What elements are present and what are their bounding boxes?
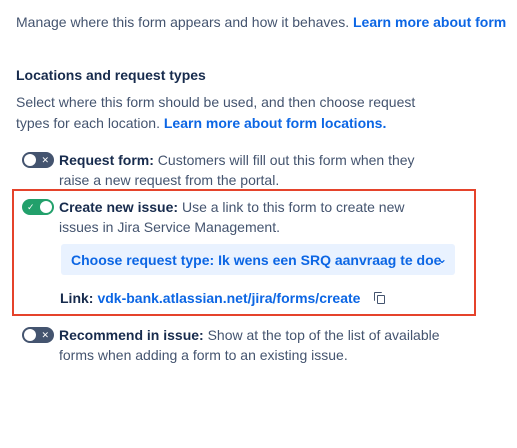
section-desc-line1: Select where this form should be used, a… <box>16 94 416 110</box>
learn-more-form-link[interactable]: Learn more about form <box>353 14 506 30</box>
intro-description: Manage where this form appears and how i… <box>16 14 350 30</box>
toggle-knob <box>24 154 36 166</box>
create-issue-line1: Use a link to this form to create new <box>181 199 405 215</box>
option-create-issue: ✓ Create new issue: Use a link to this f… <box>22 197 479 237</box>
form-settings-panel: Manage where this form appears and how i… <box>0 0 517 448</box>
form-link-row: Link: vdk-bank.atlassian.net/jira/forms/… <box>60 288 386 308</box>
toggle-on-icon: ✓ <box>27 202 35 212</box>
create-issue-label: Create new issue: <box>59 199 179 215</box>
recommend-text: Recommend in issue: Show at the top of t… <box>59 325 479 365</box>
request-form-toggle[interactable]: ✕ <box>22 152 54 168</box>
section-desc-line2: types for each location. <box>16 115 160 131</box>
recommend-line1: Show at the top of the list of available <box>207 327 440 343</box>
copy-icon[interactable] <box>374 292 386 304</box>
toggle-off-icon: ✕ <box>41 155 49 165</box>
chevron-down-icon: ⌄ <box>436 252 447 266</box>
request-form-line2: raise a new request from the portal. <box>59 172 280 188</box>
create-issue-line2: issues in Jira Service Management. <box>59 219 280 235</box>
request-type-label: Choose request type: <box>71 251 215 268</box>
section-title: Locations and request types <box>16 67 206 83</box>
request-form-line1: Customers will fill out this form when t… <box>157 152 415 168</box>
learn-more-locations-link[interactable]: Learn more about form locations. <box>164 115 386 131</box>
toggle-off-icon: ✕ <box>41 330 49 340</box>
request-form-label: Request form: <box>59 152 154 168</box>
create-issue-toggle[interactable]: ✓ <box>22 199 54 215</box>
request-form-text: Request form: Customers will fill out th… <box>59 150 479 190</box>
recommend-label: Recommend in issue: <box>59 327 204 343</box>
intro-text: Manage where this form appears and how i… <box>16 12 517 32</box>
request-type-value: Ik wens een SRQ aanvraag te doe <box>218 251 442 268</box>
option-recommend: ✕ Recommend in issue: Show at the top of… <box>22 325 479 365</box>
create-issue-text: Create new issue: Use a link to this for… <box>59 197 479 237</box>
option-request-form: ✕ Request form: Customers will fill out … <box>22 150 479 190</box>
section-description: Select where this form should be used, a… <box>16 92 496 134</box>
toggle-knob <box>24 329 36 341</box>
form-link-label: Link: <box>60 290 94 306</box>
form-link-url[interactable]: vdk-bank.atlassian.net/jira/forms/create <box>97 288 360 308</box>
recommend-toggle[interactable]: ✕ <box>22 327 54 343</box>
recommend-line2: forms when adding a form to an existing … <box>59 347 348 363</box>
toggle-knob <box>40 201 52 213</box>
request-type-select[interactable]: Choose request type: Ik wens een SRQ aan… <box>61 244 455 275</box>
